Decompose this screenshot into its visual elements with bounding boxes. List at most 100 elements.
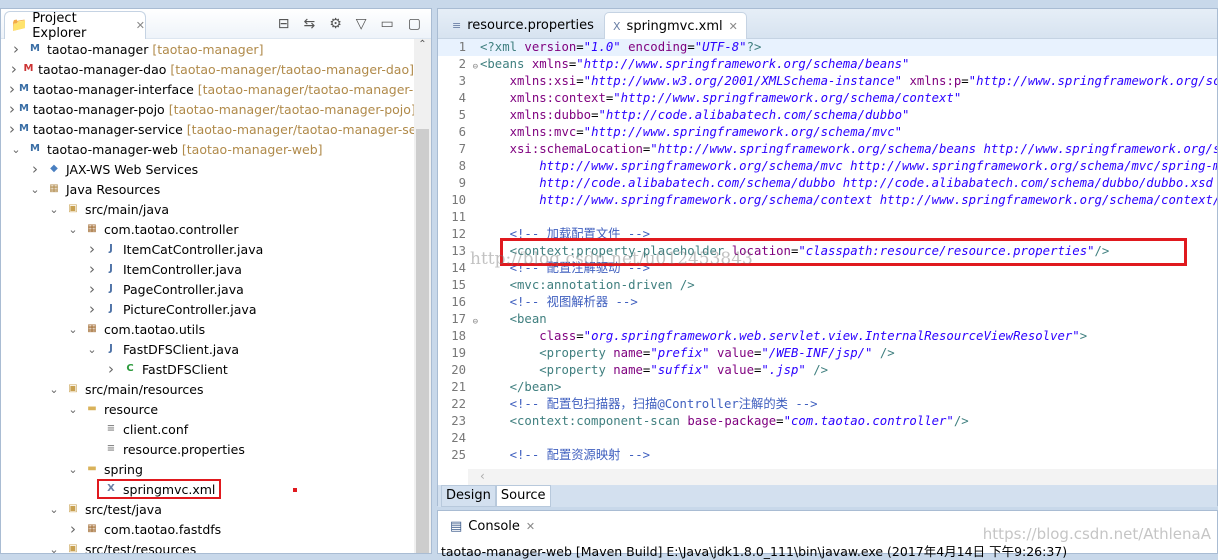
close-icon[interactable]: ✕ (729, 20, 738, 33)
chevron-right-icon[interactable]: › (66, 520, 80, 538)
code-line[interactable]: 17 ⊖ <bean (438, 311, 1217, 328)
tree-item[interactable]: › Mtaotao-manager-dao [taotao-manager/taot… (1, 59, 414, 79)
tree-item[interactable]: ⌄ ▬ resource (1, 399, 414, 419)
tab-resource-properties[interactable]: ≡ resource.properties (444, 12, 602, 39)
view-menu-icon[interactable]: ▽ (356, 16, 367, 32)
tree-item[interactable]: ⌄ ▣ src/main/resources (1, 379, 414, 399)
gutter (470, 447, 480, 464)
tree-item[interactable]: › Mtaotao-manager-pojo [taotao-manager/tao… (1, 99, 414, 119)
code-line[interactable]: 1 <?xml version="1.0" encoding="UTF-8"?> (438, 39, 1217, 56)
token-val: "UTF-8" (694, 40, 747, 54)
chevron-right-icon[interactable]: › (9, 60, 19, 78)
tree-item[interactable]: › Mtaotao-manager-interface [taotao-manage… (1, 79, 414, 99)
tree-item[interactable]: ⌄ ▣ src/main/java (1, 199, 414, 219)
tree-item[interactable]: ⌄ J FastDFSClient.java (1, 339, 414, 359)
code-line[interactable]: 24 (438, 430, 1217, 447)
code-line[interactable]: 25 <!-- 配置资源映射 --> (438, 447, 1217, 464)
code-line[interactable]: 7 xsi:schemaLocation="http://www.springf… (438, 141, 1217, 158)
chevron-right-icon[interactable]: › (9, 40, 23, 58)
tree-item[interactable]: › J ItemCatController.java (1, 239, 414, 259)
chevron-down-icon[interactable]: ⌄ (66, 403, 80, 416)
code-line[interactable]: 22 <!-- 配置包扫描器，扫描@Controller注解的类 --> (438, 396, 1217, 413)
file-icon: ≡ (106, 423, 116, 434)
code-line[interactable]: 20 <property name="suffix" value=".jsp" … (438, 362, 1217, 379)
tree-item[interactable]: ⌄ ▦ Java Resources (1, 179, 414, 199)
tree-item[interactable]: ⌄ ▣ src/test/resources (1, 539, 414, 554)
close-icon[interactable]: ✕ (526, 520, 535, 533)
tree-item[interactable]: › J PictureController.java (1, 299, 414, 319)
chevron-down-icon[interactable]: ⌄ (66, 463, 80, 476)
console-icon: ▤ (450, 518, 463, 534)
code-line[interactable]: 23 <context:component-scan base-package=… (438, 413, 1217, 430)
chevron-right-icon[interactable]: › (85, 300, 99, 318)
chevron-right-icon[interactable]: › (9, 80, 15, 98)
tree-item[interactable]: ⌄ Mtaotao-manager-web [taotao-manager-web] (1, 139, 414, 159)
chevron-down-icon[interactable]: ⌄ (28, 183, 42, 196)
chevron-down-icon[interactable]: ⌄ (47, 383, 61, 396)
code-line[interactable]: 8 http://www.springframework.org/schema/… (438, 158, 1217, 175)
code-line[interactable]: 19 <property name="prefix" value="/WEB-I… (438, 345, 1217, 362)
code-line[interactable]: 3 xmlns:xsi="http://www.w3.org/2001/XMLS… (438, 73, 1217, 90)
code-line[interactable]: 5 xmlns:dubbo="http://code.alibabatech.c… (438, 107, 1217, 124)
tree-item[interactable]: › Mtaotao-manager [taotao-manager] (1, 39, 414, 59)
chevron-right-icon[interactable]: › (9, 100, 15, 118)
chevron-down-icon[interactable]: ⌄ (85, 343, 99, 356)
code-line[interactable]: 4 xmlns:context="http://www.springframew… (438, 90, 1217, 107)
tree-item[interactable]: › ▦ com.taotao.fastdfs (1, 519, 414, 539)
editor-mode-tabs: Design Source (438, 485, 1217, 507)
chevron-right-icon[interactable]: › (104, 360, 118, 378)
collapse-all-icon[interactable]: ⊟ (278, 16, 290, 32)
tab-console[interactable]: ▤ Console ✕ (442, 513, 544, 539)
tab-springmvc-xml[interactable]: Xspringmvc.xml ✕ (604, 12, 747, 39)
tree-item[interactable]: ≡ resource.properties (1, 439, 414, 459)
minimize-icon[interactable]: ▭ (381, 16, 394, 32)
maven-project-error-icon: M (23, 63, 34, 74)
tree-item[interactable]: ⌄ ▬ spring (1, 459, 414, 479)
chevron-right-icon[interactable]: › (85, 240, 99, 258)
code-line[interactable]: 10 http://www.springframework.org/schema… (438, 192, 1217, 209)
code-line[interactable]: 11 (438, 209, 1217, 226)
tree-item[interactable]: › J ItemController.java (1, 259, 414, 279)
tree-item[interactable]: › J PageController.java (1, 279, 414, 299)
tab-project-explorer[interactable]: 📁 Project Explorer ✕ (4, 11, 146, 41)
chevron-down-icon[interactable]: ⌄ (47, 543, 61, 554)
tree-item[interactable]: ⌄ ▦ com.taotao.controller (1, 219, 414, 239)
fold-toggle-icon[interactable]: ⊖ (473, 59, 478, 76)
tree-item[interactable]: ≡ client.conf (1, 419, 414, 439)
code-line[interactable]: 6 xmlns:mvc="http://www.springframework.… (438, 124, 1217, 141)
scroll-up-icon[interactable]: ⌃ (414, 39, 431, 50)
code-line[interactable]: 9 http://code.alibabatech.com/schema/dub… (438, 175, 1217, 192)
tab-design[interactable]: Design (441, 485, 496, 507)
tree-item[interactable]: › C FastDFSClient (1, 359, 414, 379)
maximize-icon[interactable]: ▢ (408, 16, 421, 32)
tree-item[interactable]: ⌄ ▦ com.taotao.utils (1, 319, 414, 339)
chevron-down-icon[interactable]: ⌄ (66, 323, 80, 336)
chevron-down-icon[interactable]: ⌄ (66, 223, 80, 236)
chevron-down-icon[interactable]: ⌄ (47, 503, 61, 516)
code-line[interactable]: 21 </bean> (438, 379, 1217, 396)
fold-toggle-icon[interactable]: ⊖ (473, 314, 478, 331)
chevron-right-icon[interactable]: › (85, 260, 99, 278)
tree-item[interactable]: › Mtaotao-manager-service [taotao-manager/… (1, 119, 414, 139)
tree-item[interactable]: ⌄ ▣ src/test/java (1, 499, 414, 519)
token-tag: <beans (480, 57, 532, 71)
chevron-down-icon[interactable]: ⌄ (47, 203, 61, 216)
tree-item[interactable]: Xspringmvc.xml (1, 479, 414, 499)
code-line[interactable]: 2 ⊖ <beans xmlns="http://www.springframewo… (438, 56, 1217, 73)
chevron-down-icon[interactable]: ⌄ (9, 143, 23, 156)
code-line[interactable]: 15 <mvc:annotation-driven /> (438, 277, 1217, 294)
scrollbar-thumb[interactable] (416, 129, 429, 553)
tab-source[interactable]: Source (495, 485, 551, 507)
code-line[interactable]: 18 class="org.springframework.web.servle… (438, 328, 1217, 345)
chevron-right-icon[interactable]: › (85, 280, 99, 298)
vertical-scrollbar[interactable]: ⌃ (414, 39, 431, 553)
close-icon[interactable]: ✕ (136, 19, 145, 32)
tree-item[interactable]: › ◆ JAX-WS Web Services (1, 159, 414, 179)
code-line[interactable]: 16 <!-- 视图解析器 --> (438, 294, 1217, 311)
chevron-right-icon[interactable]: › (28, 160, 42, 178)
filter-icon[interactable]: ⚙ (329, 16, 342, 32)
chevron-right-icon[interactable]: › (9, 120, 15, 138)
link-editor-icon[interactable]: ⇆ (303, 16, 315, 32)
